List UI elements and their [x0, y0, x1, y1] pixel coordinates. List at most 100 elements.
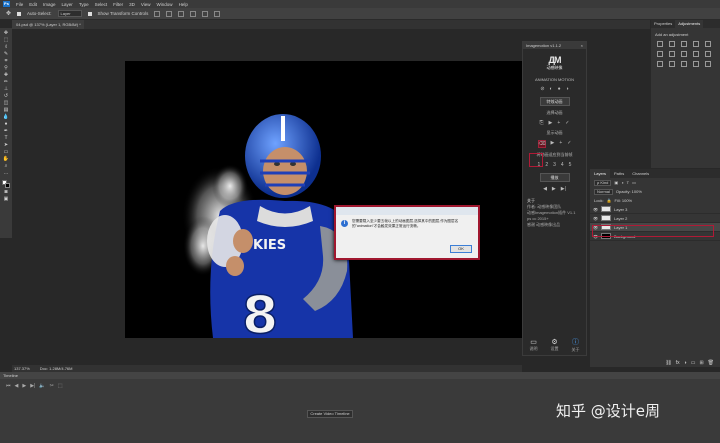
help-tab[interactable]: ▭ 说明: [530, 338, 538, 352]
layer-style-icon[interactable]: fx: [676, 360, 680, 366]
frame-option-2[interactable]: 2: [545, 162, 548, 168]
zoom-tool-icon[interactable]: ⌕: [3, 163, 10, 169]
play-icon[interactable]: ▶: [551, 140, 555, 148]
zoom-level[interactable]: 137.37%: [14, 365, 30, 372]
play-icon[interactable]: ▶: [22, 383, 26, 389]
document-tab[interactable]: 04.psd @ 137% (Layer 1, RGB/8#) *: [12, 20, 84, 29]
crop-tool-icon[interactable]: ⌗: [3, 58, 10, 64]
menu-item-3d[interactable]: 3D: [129, 2, 135, 7]
invert-icon[interactable]: [657, 61, 663, 67]
shape-tool-icon[interactable]: ▭: [3, 149, 10, 155]
new-layer-icon[interactable]: ⊞: [699, 360, 703, 366]
confirm-icon[interactable]: ✓: [567, 140, 571, 148]
layer-kind-filter[interactable]: ρ Kind: [594, 179, 612, 186]
auto-select-checkbox[interactable]: [17, 11, 22, 16]
show-transform-checkbox[interactable]: [87, 11, 92, 16]
menu-item-type[interactable]: Type: [79, 2, 89, 7]
brightness-icon[interactable]: [657, 41, 663, 47]
layer-row[interactable]: 👁 Layer 2: [590, 214, 720, 223]
dodge-tool-icon[interactable]: ●: [3, 121, 10, 127]
transition-icon[interactable]: ⬚: [58, 383, 63, 389]
menu-item-edit[interactable]: Edit: [29, 2, 37, 7]
black-white-icon[interactable]: [681, 51, 687, 57]
eyedropper-tool-icon[interactable]: ⚲: [3, 65, 10, 71]
quick-select-tool-icon[interactable]: ✎: [3, 51, 10, 57]
align-center-icon[interactable]: [202, 10, 209, 17]
tool-clear-icon[interactable]: ⊘: [540, 86, 544, 92]
lock-icon[interactable]: 🔒: [607, 198, 612, 203]
hue-saturation-icon[interactable]: [657, 51, 663, 57]
add-icon[interactable]: +: [557, 120, 560, 126]
exposure-icon[interactable]: [693, 41, 699, 47]
create-video-timeline-button[interactable]: Create Video Timeline: [307, 410, 353, 418]
tool-full-icon[interactable]: ●: [558, 86, 561, 92]
document-canvas[interactable]: 8 KIES: [125, 61, 522, 338]
special-effect-animation-button[interactable]: 特效动画: [539, 97, 570, 106]
move-tool-icon[interactable]: ✥: [3, 30, 10, 36]
blend-mode-dropdown[interactable]: Normal: [594, 188, 613, 195]
menu-item-layer[interactable]: Layer: [62, 2, 73, 7]
visibility-eye-icon[interactable]: 👁: [593, 207, 598, 212]
filter-type-icon[interactable]: T: [627, 180, 629, 185]
vibrance-icon[interactable]: [705, 41, 711, 47]
selective-color-icon[interactable]: [705, 61, 711, 67]
frame-option-4[interactable]: 4: [561, 162, 564, 168]
menu-item-filter[interactable]: Filter: [113, 2, 123, 7]
align-middle-icon[interactable]: [166, 10, 173, 17]
color-swatches[interactable]: [2, 180, 10, 188]
play-button[interactable]: 播放: [539, 173, 570, 182]
filter-shape-icon[interactable]: ▭: [632, 180, 636, 185]
prev-icon[interactable]: ◀: [543, 186, 547, 192]
confirm-icon[interactable]: ✓: [565, 120, 569, 126]
copy-icon[interactable]: ⎘: [540, 120, 544, 126]
prev-frame-icon[interactable]: ◀: [15, 383, 19, 389]
align-left-icon[interactable]: [190, 10, 197, 17]
background-color-swatch[interactable]: [5, 183, 10, 188]
tab-channels[interactable]: Channels: [628, 169, 653, 178]
tab-properties[interactable]: Properties: [651, 20, 675, 28]
threshold-icon[interactable]: [681, 61, 687, 67]
healing-brush-tool-icon[interactable]: ✚: [3, 72, 10, 78]
tab-layers[interactable]: Layers: [590, 169, 611, 178]
path-select-tool-icon[interactable]: ➤: [3, 142, 10, 148]
align-top-icon[interactable]: [154, 10, 161, 17]
menu-item-file[interactable]: File: [16, 2, 23, 7]
tab-adjustments[interactable]: Adjustments: [675, 20, 704, 28]
align-bottom-icon[interactable]: [178, 10, 185, 17]
color-balance-icon[interactable]: [669, 51, 675, 57]
first-frame-icon[interactable]: ⏮: [6, 383, 11, 389]
brush-tool-icon[interactable]: ✏: [3, 79, 10, 85]
posterize-icon[interactable]: [669, 61, 675, 67]
link-layers-icon[interactable]: ⛓: [665, 360, 671, 366]
blur-tool-icon[interactable]: 💧: [3, 114, 10, 120]
gradient-tool-icon[interactable]: ▤: [3, 107, 10, 113]
auto-select-target-dropdown[interactable]: Layer: [57, 10, 82, 17]
plugin-close-icon[interactable]: ×: [581, 42, 583, 49]
fill-field[interactable]: Fill: 100%: [615, 198, 633, 203]
frame-option-5[interactable]: 5: [569, 162, 572, 168]
more-tools-icon[interactable]: …: [3, 170, 10, 176]
audio-icon[interactable]: 🔈: [39, 383, 45, 389]
settings-tab[interactable]: ⚙ 设置: [551, 338, 559, 352]
tab-paths[interactable]: Paths: [610, 169, 628, 178]
play-icon[interactable]: ▶: [552, 186, 556, 192]
hand-tool-icon[interactable]: ✋: [3, 156, 10, 162]
menu-item-window[interactable]: Window: [157, 2, 173, 7]
visibility-eye-icon[interactable]: 👁: [593, 216, 598, 221]
play-icon[interactable]: ▶: [549, 120, 553, 126]
add-icon[interactable]: +: [559, 140, 562, 148]
move-tool-icon[interactable]: ✥: [6, 10, 11, 17]
levels-icon[interactable]: [669, 41, 675, 47]
channel-mixer-icon[interactable]: [705, 51, 711, 57]
pen-tool-icon[interactable]: ✒: [3, 128, 10, 134]
erase-animation-icon[interactable]: ⌫: [537, 140, 546, 148]
menu-item-help[interactable]: Help: [179, 2, 188, 7]
next-icon[interactable]: ▶|: [561, 186, 566, 192]
marquee-tool-icon[interactable]: ⬚: [3, 37, 10, 43]
type-tool-icon[interactable]: T: [3, 135, 10, 141]
menu-item-select[interactable]: Select: [95, 2, 108, 7]
eraser-tool-icon[interactable]: ◫: [3, 100, 10, 106]
about-tab[interactable]: ⓘ 关于: [572, 337, 580, 353]
adjustment-layer-icon[interactable]: ◑: [684, 360, 687, 366]
tool-half-icon[interactable]: ◐: [550, 86, 553, 92]
